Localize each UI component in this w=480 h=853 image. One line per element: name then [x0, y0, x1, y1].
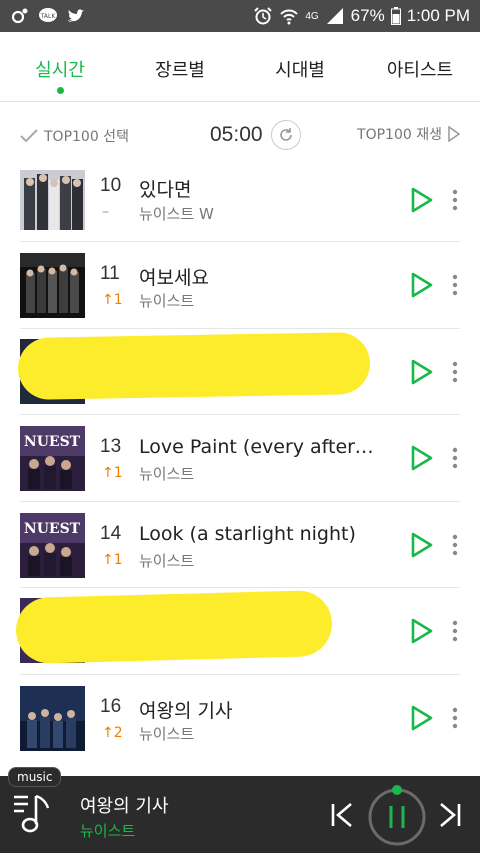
- chart-row[interactable]: [17, 329, 460, 415]
- chart-row[interactable]: 11 여보세요 ↑1 뉴이스트: [20, 242, 460, 329]
- kakaotalk-icon: TALK: [39, 8, 57, 22]
- song-title: 여왕의 기사: [139, 699, 233, 722]
- timer-value: 05:00: [210, 123, 263, 146]
- chart-row[interactable]: NUEST 14 Look (a starlight night) ↑1 뉴이스…: [20, 502, 460, 588]
- tab-label: 시대별: [275, 60, 325, 81]
- artist-name: 뉴이스트: [139, 724, 195, 743]
- chart-list: 10 있다면 – 뉴이스트 W 11 여보세요 ↑1 뉴이스트 NUEST 13…: [15, 170, 460, 762]
- svg-text:NUEST: NUEST: [24, 434, 81, 450]
- song-title: 있다면: [139, 179, 192, 201]
- network-label: 4G: [305, 10, 319, 22]
- select-label: TOP100 선택: [44, 129, 129, 145]
- redaction-scribble: [15, 589, 333, 665]
- tab-genre[interactable]: 장르별: [120, 32, 240, 101]
- playlist-icon[interactable]: [14, 794, 52, 836]
- play-icon[interactable]: [410, 272, 434, 298]
- artist-name: 뉴이스트: [139, 465, 195, 483]
- wifi-icon: [280, 9, 299, 25]
- tab-artist[interactable]: 아티스트: [360, 32, 480, 101]
- chart-tabs: 실시간 장르별 시대별 아티스트: [0, 32, 480, 102]
- artist-name: 뉴이스트: [139, 551, 195, 570]
- rank-change: ↑1: [102, 465, 123, 481]
- refresh-timer: 05:00: [210, 120, 301, 150]
- battery-icon: [390, 7, 401, 25]
- play-icon[interactable]: [410, 705, 434, 731]
- next-track-icon[interactable]: [438, 802, 462, 828]
- active-tab-indicator: [57, 87, 64, 94]
- alarm-icon: [254, 7, 273, 25]
- rank-number: 16: [100, 695, 122, 717]
- refresh-icon: [279, 128, 292, 141]
- more-options-icon[interactable]: [450, 189, 460, 211]
- tab-label: 장르별: [155, 60, 205, 81]
- more-options-icon[interactable]: [450, 620, 460, 642]
- chart-row[interactable]: NUEST 13 Love Paint (every aftern... ↑1 …: [20, 415, 460, 502]
- svg-text:NUEST: NUEST: [24, 521, 81, 537]
- twitter-icon: [68, 9, 84, 22]
- artist-name: 뉴이스트 W: [139, 205, 214, 223]
- play-icon[interactable]: [410, 532, 434, 558]
- top100-play-button[interactable]: TOP100 재생: [357, 124, 460, 144]
- checkmark-icon: [20, 129, 38, 143]
- song-title: Look (a starlight night): [139, 522, 356, 545]
- rank-number: 11: [100, 263, 120, 284]
- play-icon[interactable]: [410, 445, 434, 471]
- album-art: [20, 685, 85, 751]
- rank-number: 13: [100, 436, 122, 457]
- chart-row[interactable]: 16 여왕의 기사 ↑2 뉴이스트: [20, 675, 460, 762]
- song-title: 여보세요: [139, 267, 209, 289]
- refresh-button[interactable]: [270, 120, 301, 150]
- svg-text:TALK: TALK: [40, 13, 57, 20]
- tab-label: 아티스트: [386, 60, 454, 81]
- album-art: NUEST: [20, 426, 85, 491]
- battery-percent: 67%: [350, 6, 385, 25]
- album-art: [20, 253, 85, 318]
- chart-row[interactable]: [15, 588, 460, 675]
- tab-label: 실시간: [35, 60, 85, 81]
- status-bar: TALK 4G 67% 1:00 PM: [0, 0, 480, 32]
- rank-change: –: [102, 204, 109, 220]
- play-outline-icon: [448, 126, 460, 142]
- tab-realtime[interactable]: 실시간: [0, 32, 120, 101]
- rank-change: ↑1: [102, 292, 123, 308]
- mini-player[interactable]: 여왕의 기사 뉴이스트: [0, 776, 480, 853]
- play-icon[interactable]: [410, 187, 434, 213]
- song-title: Love Paint (every aftern...: [139, 436, 379, 458]
- more-options-icon[interactable]: [450, 534, 460, 556]
- clock: 1:00 PM: [406, 6, 470, 25]
- now-playing-title: 여왕의 기사: [80, 796, 169, 817]
- previous-track-icon[interactable]: [330, 802, 354, 828]
- top100-select-button[interactable]: TOP100 선택: [20, 126, 129, 146]
- now-playing-artist: 뉴이스트: [80, 822, 136, 840]
- chart-row[interactable]: 10 있다면 – 뉴이스트 W: [20, 170, 460, 242]
- artist-name: 뉴이스트: [139, 292, 195, 310]
- rank-number: 10: [100, 175, 122, 196]
- play-icon[interactable]: [410, 618, 434, 644]
- chart-toolbar: TOP100 선택 05:00 TOP100 재생: [0, 102, 480, 170]
- rank-change: ↑1: [102, 551, 123, 568]
- rank-number: 14: [100, 522, 122, 544]
- tab-era[interactable]: 시대별: [240, 32, 360, 101]
- more-options-icon[interactable]: [450, 447, 460, 469]
- pause-button[interactable]: [366, 784, 428, 846]
- album-art: NUEST: [20, 512, 85, 578]
- music-tag: music: [8, 767, 62, 787]
- more-options-icon[interactable]: [450, 274, 460, 296]
- more-options-icon[interactable]: [450, 361, 460, 383]
- rank-change: ↑2: [102, 724, 123, 741]
- signal-icon: [326, 8, 343, 24]
- notification-app-icon: [11, 8, 28, 24]
- play-all-label: TOP100 재생: [357, 127, 442, 143]
- play-icon[interactable]: [410, 359, 434, 385]
- album-art: [20, 170, 85, 230]
- more-options-icon[interactable]: [450, 707, 460, 729]
- redaction-scribble: [17, 331, 371, 400]
